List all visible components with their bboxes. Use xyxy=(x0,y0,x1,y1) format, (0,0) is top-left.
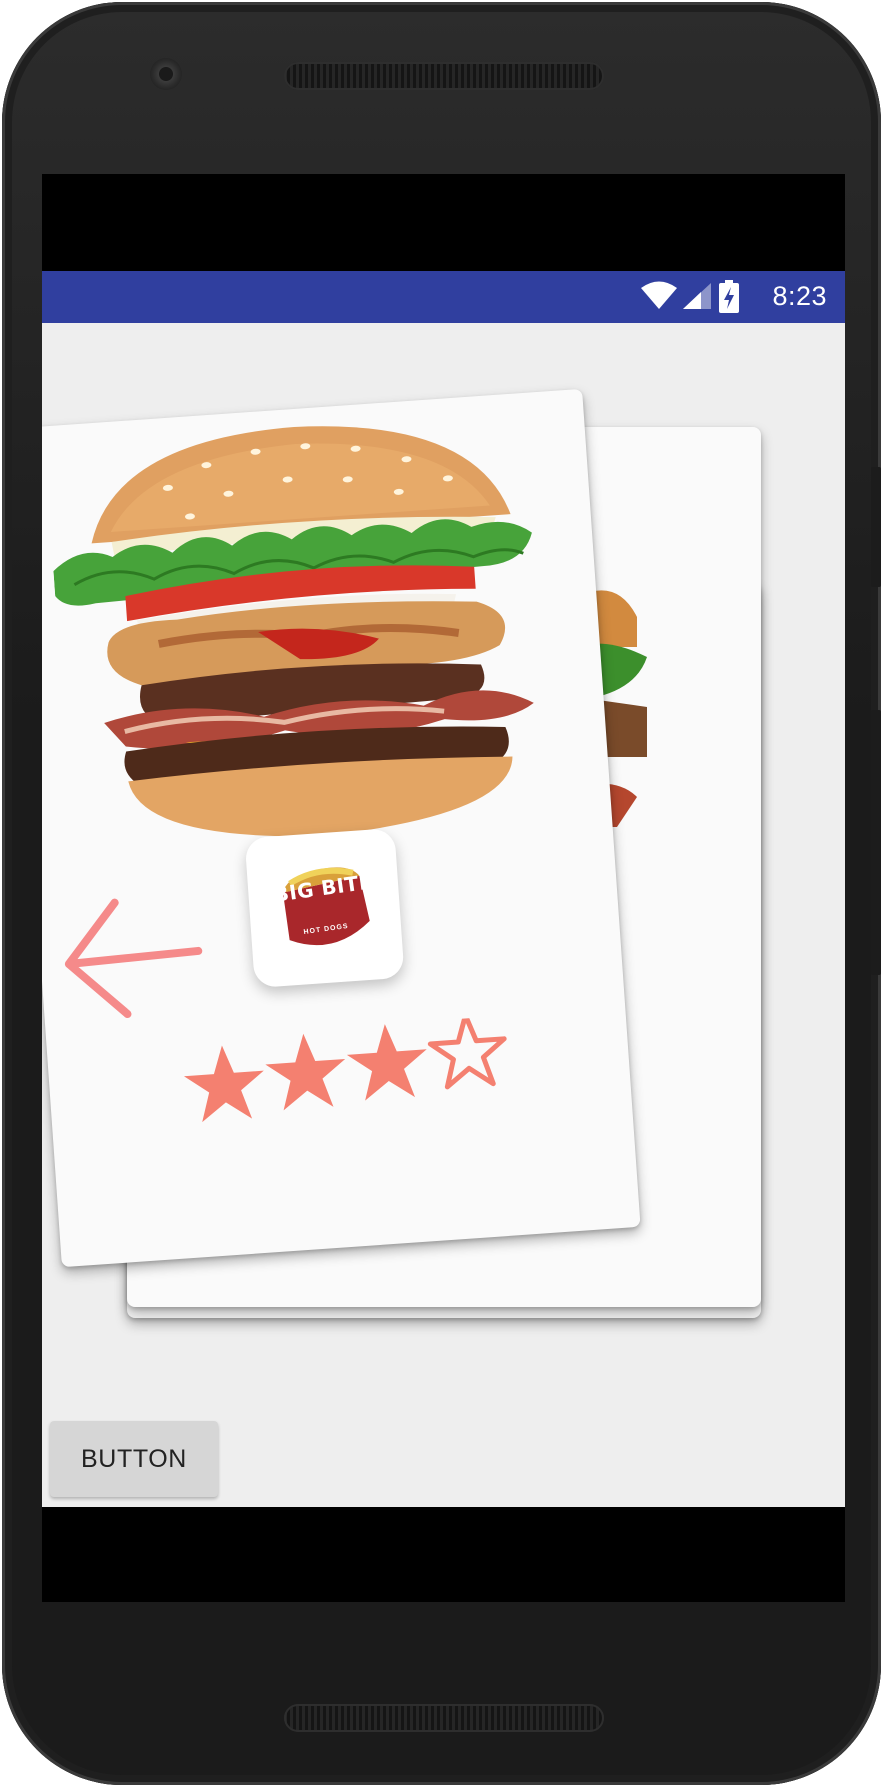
star-filled-icon xyxy=(183,1045,264,1123)
phone-frame: 8:23 BIG BITE HOT DOGS BUTTON xyxy=(2,2,881,1785)
front-camera xyxy=(150,58,182,90)
back-arrow-icon[interactable] xyxy=(54,886,213,1026)
burger-image xyxy=(53,426,534,837)
earpiece-speaker xyxy=(284,62,604,90)
status-time: 8:23 xyxy=(772,281,827,311)
wifi-icon xyxy=(641,281,677,309)
action-button[interactable]: BUTTON xyxy=(50,1421,218,1497)
bottom-speaker xyxy=(284,1704,604,1732)
food-card[interactable]: BIG BITE HOT DOGS xyxy=(42,388,641,1268)
status-icons xyxy=(641,280,739,313)
star-filled-icon xyxy=(346,1024,427,1101)
device-screen: 8:23 BIG BITE HOT DOGS BUTTON xyxy=(42,174,845,1602)
volume-button xyxy=(871,467,881,587)
star-empty-icon xyxy=(427,1015,507,1090)
brand-logo-tile: BIG BITE HOT DOGS xyxy=(244,827,405,989)
star-filled-icon xyxy=(265,1033,346,1111)
app-content: BIG BITE HOT DOGS BUTTON xyxy=(42,323,845,1507)
battery-charging-icon xyxy=(719,280,739,313)
status-bar: 8:23 xyxy=(42,271,845,323)
power-button xyxy=(871,710,881,975)
star-rating[interactable] xyxy=(181,1015,516,1128)
cell-signal-icon xyxy=(683,283,711,309)
